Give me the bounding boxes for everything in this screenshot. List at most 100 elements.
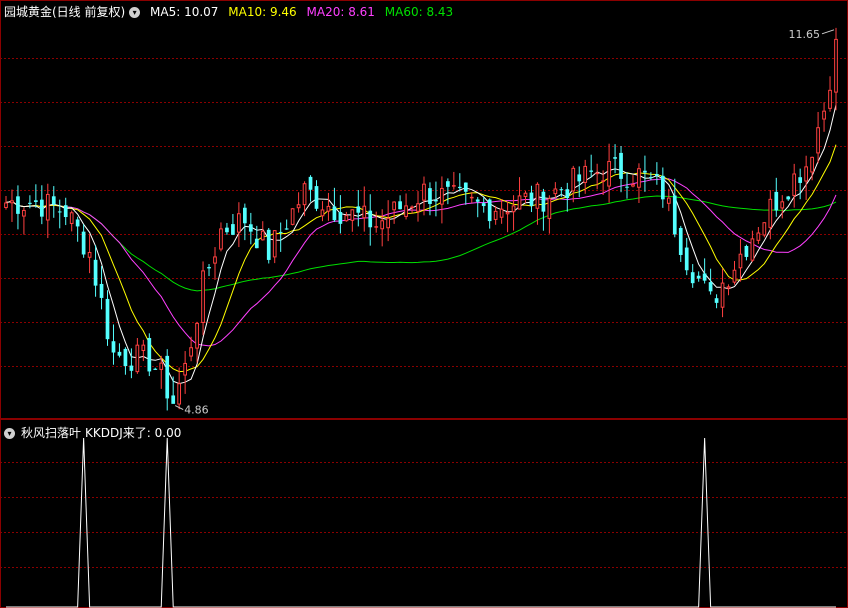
candle-body-down — [171, 395, 176, 404]
candle-body-up — [631, 184, 635, 187]
candle-body-down — [678, 227, 683, 255]
chart-title: 园城黄金(日线 前复权) — [4, 5, 126, 19]
candle-body-down — [284, 228, 289, 230]
candle-body-down — [702, 273, 707, 281]
lower-grid — [0, 419, 848, 608]
upper-header: 园城黄金(日线 前复权) ▾ MA5: 10.07 MA10: 9.46 MA20… — [4, 3, 459, 20]
candle-body-down — [589, 170, 594, 172]
candle-body-up — [69, 212, 74, 224]
ma20-label: MA20: 8.61 — [306, 5, 375, 19]
candle-body-down — [565, 189, 570, 199]
candle-body-down — [153, 368, 158, 370]
kkddj-line — [6, 437, 836, 608]
candle-body-up — [828, 89, 832, 109]
candle-body-down — [207, 267, 211, 269]
candle-body-up — [392, 201, 396, 211]
candle-body-up — [183, 362, 187, 376]
candle-body-up — [666, 197, 671, 204]
candle-body-down — [278, 231, 283, 233]
candle-body-up — [320, 209, 325, 217]
candle-body-up — [804, 166, 808, 182]
candle-body-up — [296, 204, 301, 209]
candle-body-up — [422, 183, 426, 201]
ma10-label: MA10: 9.46 — [228, 5, 297, 19]
candle-body-up — [750, 238, 755, 261]
candle-body-up — [499, 208, 504, 218]
candle-body-up — [607, 160, 611, 187]
candle-body-down — [368, 210, 373, 228]
candle-body-up — [302, 183, 307, 206]
candle-body-down — [487, 199, 492, 222]
candle-body-up — [219, 228, 223, 250]
candle-body-down — [308, 176, 313, 190]
candle-body-up — [571, 167, 576, 192]
chevron-down-icon[interactable]: ▾ — [129, 7, 141, 18]
lower-frame — [0, 419, 848, 608]
candle-body-down — [231, 224, 235, 235]
candle-body-down — [225, 227, 229, 233]
candle-body-up — [762, 222, 767, 236]
candle-body-down — [34, 200, 38, 202]
candle-body-up — [493, 210, 498, 220]
candle-body-up — [189, 347, 193, 357]
candle-body-down — [356, 206, 361, 213]
candle-body-down — [123, 348, 128, 367]
candle-body-up — [834, 38, 838, 93]
candle-body-up — [87, 252, 92, 258]
candle-body-down — [541, 191, 546, 212]
candle-body-up — [380, 220, 385, 230]
candle-body-down — [481, 203, 486, 207]
high-label: 11.65 — [789, 28, 821, 41]
candle-body-down — [117, 351, 122, 356]
indicator-value: KKDDJ来了: 0.00 — [85, 426, 182, 440]
candle-body-down — [266, 229, 271, 260]
candle-body-up — [583, 165, 588, 183]
candle-body-down — [774, 191, 779, 211]
candle-body-up — [344, 215, 349, 222]
candle-body-up — [4, 202, 8, 208]
candle-body-down — [165, 355, 170, 399]
candle-body-down — [16, 196, 20, 214]
candle-body-down — [643, 170, 647, 173]
candle-body-down — [684, 247, 689, 271]
low-label: 4.86 — [184, 404, 209, 417]
candle-body-down — [672, 195, 677, 235]
chevron-down-icon[interactable]: ▾ — [4, 428, 15, 439]
price-markers: 11.65 4.86 — [174, 28, 835, 417]
candle-body-down — [655, 174, 659, 176]
candle-body-up — [822, 110, 826, 120]
candle-body-up — [135, 344, 140, 373]
candle-body-up — [213, 256, 217, 264]
candle-body-up — [810, 156, 814, 173]
candle-body-up — [22, 209, 26, 217]
candle-body-down — [690, 272, 695, 284]
signal-spikes — [6, 437, 836, 608]
candle-body-down — [559, 189, 564, 191]
candle-body-up — [469, 196, 474, 199]
candle-body-down — [242, 207, 247, 224]
ma5-label: MA5: 10.07 — [150, 5, 219, 19]
candle-body-up — [547, 198, 552, 219]
candle-body-up — [451, 185, 456, 187]
candle-body-up — [272, 230, 277, 258]
candle-body-down — [51, 196, 56, 205]
candle-body-down — [93, 259, 98, 286]
candle-body-up — [237, 213, 241, 233]
candle-body-down — [457, 186, 462, 189]
candle-body-down — [314, 186, 319, 209]
candle-body-down — [714, 298, 719, 303]
candle-body-down — [625, 186, 629, 188]
candle-body-up — [535, 183, 540, 209]
lower-header: ▾ 秋风扫落叶 KKDDJ来了: 0.00 — [2, 424, 187, 441]
candle-body-up — [637, 168, 641, 188]
candle-body-up — [404, 205, 408, 217]
candle-body-up — [201, 270, 205, 323]
candle-body-up — [260, 230, 265, 241]
candle-body-up — [440, 187, 444, 205]
candle-body-up — [10, 200, 14, 204]
candle-body-up — [159, 362, 164, 370]
candle-body-down — [28, 202, 32, 204]
candle-body-down — [39, 199, 44, 217]
candle-body-down — [254, 238, 259, 249]
candle-body-down — [434, 199, 438, 202]
